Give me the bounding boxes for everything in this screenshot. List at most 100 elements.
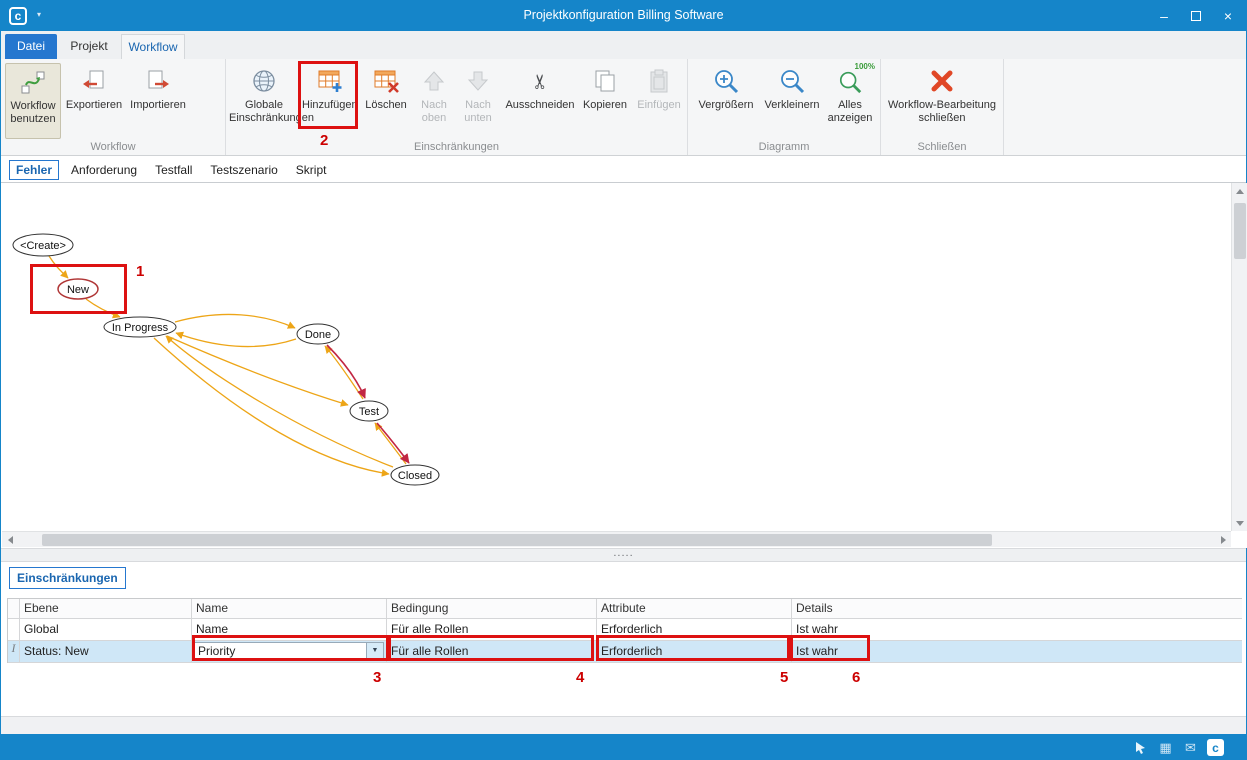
ribbon-group-label: Diagramm (688, 141, 880, 153)
ribbon-tab-row: Datei Projekt Workflow (1, 31, 1246, 59)
ribbon-group-schliessen: Workflow-Bearbeitung schließen Schließen (881, 59, 1004, 155)
tab-projekt[interactable]: Projekt (59, 34, 119, 59)
tab-einschraenkungen[interactable]: Einschränkungen (9, 567, 126, 589)
workflow-bearbeitung-schliessen-button[interactable]: Workflow-Bearbeitung schließen (885, 63, 999, 139)
row-selector[interactable] (8, 619, 20, 640)
cell-ebene[interactable]: Global (20, 619, 192, 640)
globale-einschraenkungen-button[interactable]: Globale Einschränkungen (229, 63, 299, 139)
exportieren-button[interactable]: Exportieren (65, 63, 123, 139)
ribbon-group-label: Schließen (881, 141, 1003, 153)
column-header-ebene[interactable]: Ebene (20, 599, 192, 618)
tab-workflow[interactable]: Workflow (121, 34, 185, 59)
workflow-use-icon (6, 64, 60, 100)
table-header-row: Ebene Name Bedingung Attribute Details (8, 599, 1242, 619)
name-combobox[interactable]: Priority ▼ (194, 642, 384, 659)
svg-text:<Create>: <Create> (20, 240, 66, 252)
kopieren-button[interactable]: Kopieren (578, 63, 632, 139)
paste-icon (634, 63, 684, 99)
add-table-icon (302, 63, 357, 99)
hinzufuegen-button[interactable]: Hinzufügen (302, 63, 357, 139)
ribbon-group-label: Einschränkungen (226, 141, 687, 153)
alles-anzeigen-button[interactable]: 100% Alles anzeigen (823, 63, 877, 139)
einfuegen-button: Einfügen (634, 63, 684, 139)
importieren-button[interactable]: Importieren (127, 63, 189, 139)
table-row[interactable]: Global Name Für alle Rollen Erforderlich… (8, 619, 1242, 641)
arrow-up-icon (414, 63, 454, 99)
cell-attribute[interactable]: Erforderlich (597, 619, 792, 640)
workflow-benutzen-button[interactable]: Workflow benutzen (5, 63, 61, 139)
import-icon (127, 63, 189, 99)
column-header-name[interactable]: Name (192, 599, 387, 618)
workflow-diagram[interactable]: <Create> New In Progress Done Test (2, 183, 1231, 531)
ribbon-group-einschraenkungen: Globale Einschränkungen Hinzufügen (226, 59, 688, 155)
mail-icon[interactable]: ✉ (1182, 739, 1199, 756)
node-closed[interactable]: Closed (391, 465, 439, 485)
zoom-in-icon (691, 63, 761, 99)
window-title: Projektkonfiguration Billing Software (1, 8, 1246, 22)
horizontal-scrollbar[interactable] (2, 531, 1231, 547)
chevron-down-icon: ▼ (372, 647, 379, 654)
doc-tab-anforderung[interactable]: Anforderung (65, 161, 143, 179)
constraints-panel: Einschränkungen Ebene Name Bedingung Att… (1, 562, 1246, 734)
statusbar: ▦ ✉ c (1, 734, 1246, 760)
cursor-arrow-icon[interactable] (1132, 739, 1149, 756)
minimize-button[interactable]: – (1148, 1, 1180, 31)
cell-bedingung[interactable]: Für alle Rollen (387, 641, 597, 662)
combobox-value: Priority (195, 644, 366, 658)
splitter-handle[interactable]: ..... (1, 548, 1246, 562)
column-header-bedingung[interactable]: Bedingung (387, 599, 597, 618)
doc-tab-testfall[interactable]: Testfall (149, 161, 198, 179)
maximize-button[interactable] (1180, 1, 1212, 31)
close-red-x-icon (885, 63, 999, 99)
scroll-down-button[interactable] (1232, 515, 1247, 531)
panel-footer-strip (1, 716, 1246, 734)
zoom-100-badge: 100% (855, 62, 875, 71)
ribbon-group-workflow: Workflow benutzen Exportieren (1, 59, 226, 155)
document-tab-strip: Fehler Anforderung Testfall Testszenario… (1, 158, 1246, 183)
node-done[interactable]: Done (297, 324, 339, 344)
column-header-attribute[interactable]: Attribute (597, 599, 792, 618)
cell-ebene[interactable]: Status: New (20, 641, 192, 662)
cell-details[interactable]: Ist wahr (792, 619, 1242, 640)
verkleinern-button[interactable]: Verkleinern (761, 63, 823, 139)
cell-attribute[interactable]: Erforderlich (597, 641, 792, 662)
workflow-edges-orange (49, 256, 406, 474)
copy-icon (578, 63, 632, 99)
combobox-dropdown-button[interactable]: ▼ (366, 643, 383, 658)
loeschen-button[interactable]: Löschen (361, 63, 411, 139)
column-header-details[interactable]: Details (792, 599, 1242, 618)
ausschneiden-button[interactable]: ✂ Ausschneiden (504, 63, 576, 139)
horizontal-scroll-thumb[interactable] (42, 534, 992, 546)
delete-table-icon (361, 63, 411, 99)
globe-icon (229, 63, 299, 99)
svg-text:Closed: Closed (398, 470, 432, 482)
arrow-down-icon (456, 63, 500, 99)
vertical-scrollbar[interactable] (1231, 183, 1247, 531)
node-in-progress[interactable]: In Progress (104, 317, 176, 337)
node-new[interactable]: New (58, 279, 98, 299)
scroll-up-button[interactable] (1232, 183, 1247, 199)
app-logo-icon[interactable]: c (1207, 739, 1224, 756)
grid-icon[interactable]: ▦ (1157, 739, 1174, 756)
vertical-scroll-thumb[interactable] (1234, 203, 1246, 259)
cell-details[interactable]: Ist wahr (792, 641, 1242, 662)
scroll-left-button[interactable] (2, 532, 18, 548)
vergroessern-button[interactable]: Vergrößern (691, 63, 761, 139)
doc-tab-skript[interactable]: Skript (290, 161, 333, 179)
workflow-nodes: <Create> New In Progress Done Test (13, 234, 439, 485)
node-test[interactable]: Test (350, 401, 388, 421)
doc-tab-fehler[interactable]: Fehler (9, 160, 59, 180)
row-edit-indicator-icon: I (8, 641, 20, 662)
doc-tab-testszenario[interactable]: Testszenario (204, 161, 283, 179)
cell-bedingung[interactable]: Für alle Rollen (387, 619, 597, 640)
workflow-diagram-area: <Create> New In Progress Done Test (2, 183, 1247, 548)
tab-datei[interactable]: Datei (5, 34, 57, 59)
table-row-selected[interactable]: I Status: New Priority ▼ Für alle Rollen… (8, 641, 1242, 663)
scroll-right-button[interactable] (1215, 532, 1231, 548)
svg-text:In Progress: In Progress (112, 322, 169, 334)
node-create[interactable]: <Create> (13, 234, 73, 256)
close-button[interactable]: × (1212, 1, 1244, 31)
cell-name[interactable]: Name (192, 619, 387, 640)
zoom-fit-icon: 100% (823, 63, 877, 99)
titlebar: c ▾ Projektkonfiguration Billing Softwar… (1, 1, 1246, 31)
